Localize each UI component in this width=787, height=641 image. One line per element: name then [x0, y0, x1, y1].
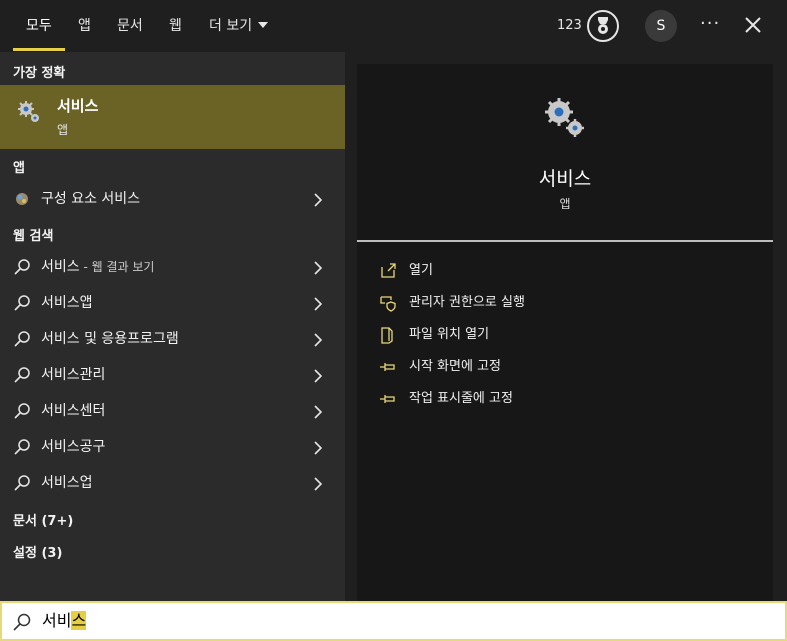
web-result-item[interactable]: 서비스관리	[0, 357, 345, 393]
web-result-label: 서비스앱	[41, 295, 93, 311]
section-documents[interactable]: 문서 (7+)	[13, 510, 73, 529]
tab-web[interactable]: 웹	[169, 0, 182, 52]
section-web-search: 웹 검색	[13, 229, 54, 244]
scrollbar-track	[783, 52, 787, 601]
shield-icon	[379, 294, 397, 312]
tab-all[interactable]: 모두	[26, 0, 52, 52]
web-result-label: 서비스공구	[41, 439, 106, 455]
preview-title: 서비스	[538, 168, 592, 190]
section-settings[interactable]: 설정 (3)	[13, 542, 62, 561]
results-panel: 가장 정확 서비스 앱 앱 구성 요소 서비스 웹 검색 서비스 - 웹 결과 …	[0, 52, 345, 601]
tab-documents[interactable]: 문서	[117, 0, 143, 52]
composing-character: 스	[71, 611, 87, 630]
tab-more[interactable]: 더 보기	[209, 0, 269, 52]
chevron-right-icon[interactable]	[313, 332, 323, 347]
best-match-title: 서비스	[57, 97, 99, 115]
web-result-item[interactable]: 서비스공구	[0, 429, 345, 465]
gears-icon	[543, 96, 587, 144]
action-open[interactable]: 열기	[379, 259, 759, 283]
search-icon	[13, 294, 31, 312]
web-result-item[interactable]: 서비스앱	[0, 285, 345, 321]
action-label: 관리자 권한으로 실행	[409, 295, 525, 310]
top-bar: 모두 앱 문서 웹 더 보기 123 S ···	[0, 0, 787, 52]
best-match-item[interactable]: 서비스 앱	[0, 85, 345, 149]
web-result-item[interactable]: 서비스센터	[0, 393, 345, 429]
section-settings-label: 설정	[13, 546, 37, 561]
app-result-label: 구성 요소 서비스	[41, 191, 141, 207]
open-icon	[379, 262, 397, 280]
section-settings-count: (3)	[41, 546, 63, 561]
pin-icon	[379, 358, 397, 376]
pin-icon	[379, 390, 397, 408]
rewards-icon[interactable]	[587, 10, 619, 42]
chevron-right-icon[interactable]	[313, 260, 323, 275]
action-pin-to-taskbar[interactable]: 작업 표시줄에 고정	[379, 387, 759, 411]
best-match-subtitle: 앱	[57, 123, 69, 137]
search-icon	[13, 474, 31, 492]
web-result-label: 서비스관리	[41, 367, 106, 383]
preview-subtitle: 앱	[559, 197, 571, 211]
search-icon	[13, 438, 31, 456]
tab-apps[interactable]: 앱	[78, 0, 91, 52]
chevron-right-icon[interactable]	[313, 404, 323, 419]
component-services-icon	[13, 190, 31, 208]
section-documents-label: 문서	[13, 514, 37, 529]
web-result-item[interactable]: 서비스업	[0, 465, 345, 501]
web-result-label: 서비스 - 웹 결과 보기	[41, 259, 155, 275]
web-result-item[interactable]: 서비스 및 응용프로그램	[0, 321, 345, 357]
section-apps: 앱	[13, 161, 25, 176]
search-icon	[12, 612, 32, 632]
action-label: 열기	[409, 263, 433, 278]
action-label: 파일 위치 열기	[409, 327, 490, 342]
action-label: 시작 화면에 고정	[409, 359, 501, 374]
web-result-label: 서비스 및 응용프로그램	[41, 331, 179, 347]
web-result-label: 서비스업	[41, 475, 93, 491]
search-icon	[13, 402, 31, 420]
search-icon	[13, 258, 31, 276]
active-tab-indicator	[13, 48, 65, 51]
close-icon[interactable]	[741, 12, 765, 38]
section-documents-count: (7+)	[41, 514, 74, 529]
chevron-right-icon[interactable]	[313, 476, 323, 491]
section-best-match: 가장 정확	[13, 66, 66, 81]
file-location-icon	[379, 326, 397, 344]
preview-panel: 서비스 앱 열기 관리자 권한으로 실행 파일 위치 열기 시작 화면에 고정 …	[357, 64, 773, 601]
rewards-points[interactable]: 123	[557, 0, 582, 52]
chevron-right-icon[interactable]	[313, 368, 323, 383]
gears-icon	[16, 99, 42, 129]
avatar[interactable]: S	[645, 10, 677, 42]
more-options-icon[interactable]: ···	[700, 0, 720, 48]
action-run-as-admin[interactable]: 관리자 권한으로 실행	[379, 291, 759, 315]
divider	[357, 240, 773, 242]
search-icon	[13, 366, 31, 384]
web-result-item[interactable]: 서비스 - 웹 결과 보기	[0, 249, 345, 285]
caret-down-icon	[258, 22, 269, 28]
chevron-right-icon[interactable]	[313, 440, 323, 455]
search-input[interactable]: 서비스	[0, 601, 787, 641]
action-pin-to-start[interactable]: 시작 화면에 고정	[379, 355, 759, 379]
action-label: 작업 표시줄에 고정	[409, 391, 513, 406]
app-result-item[interactable]: 구성 요소 서비스	[0, 181, 345, 217]
action-open-file-location[interactable]: 파일 위치 열기	[379, 323, 759, 347]
chevron-right-icon[interactable]	[313, 192, 323, 207]
search-query[interactable]: 서비스	[42, 603, 87, 639]
search-icon	[13, 330, 31, 348]
web-result-label: 서비스센터	[41, 403, 106, 419]
chevron-right-icon[interactable]	[313, 296, 323, 311]
tab-more-label: 더 보기	[209, 18, 253, 34]
